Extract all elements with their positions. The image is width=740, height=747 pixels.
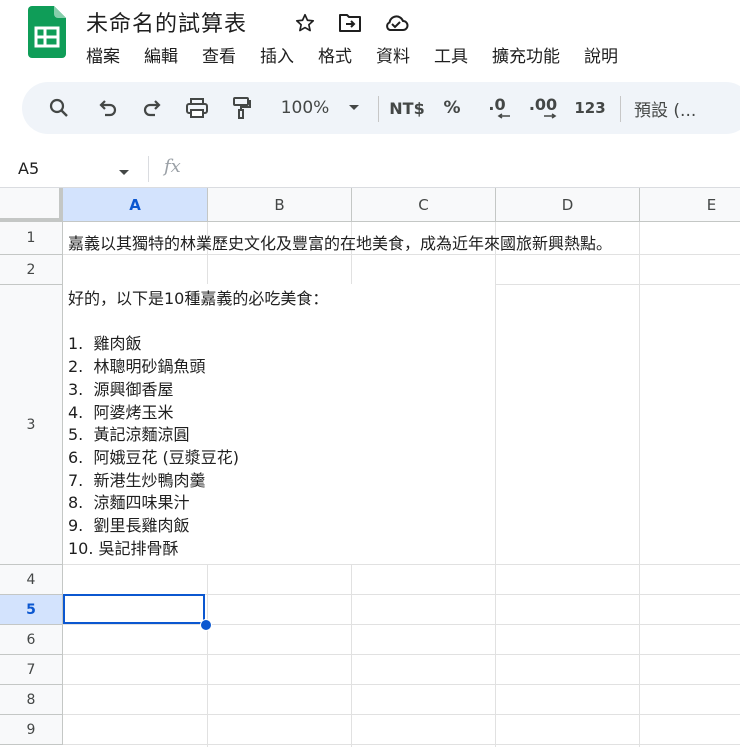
number-format-button[interactable]: 123 (572, 82, 608, 134)
gridline (63, 684, 740, 685)
row-header-5[interactable]: 5 (0, 595, 63, 625)
name-box[interactable]: A5 (18, 159, 39, 178)
currency-format-button[interactable]: NT$ (386, 82, 428, 134)
increase-decimal-label: .00 (528, 95, 558, 114)
zoom-select[interactable]: 100% (274, 82, 336, 134)
active-cell-selection[interactable] (63, 594, 205, 624)
row-header-3[interactable]: 3 (0, 285, 63, 565)
toolbar: 100% NT$ % .0 .00 123 預設 (... (22, 82, 740, 134)
gridline (63, 564, 740, 565)
formula-bar-divider (148, 156, 149, 182)
column-header-e[interactable]: E (640, 188, 740, 222)
menu-bar: 檔案 編輯 查看 插入 格式 資料 工具 擴充功能 說明 (86, 42, 642, 67)
print-icon[interactable] (182, 82, 212, 134)
formula-input[interactable] (200, 156, 730, 182)
gridline (63, 714, 740, 715)
font-family-select[interactable]: 預設 (... (634, 82, 724, 134)
gridline (639, 222, 640, 747)
zoom-dropdown-icon[interactable] (344, 82, 364, 134)
row-header-4[interactable]: 4 (0, 565, 63, 595)
row-header-6[interactable]: 6 (0, 625, 63, 655)
redo-icon[interactable] (138, 82, 166, 134)
gridline (63, 744, 740, 745)
row-header-7[interactable]: 7 (0, 655, 63, 685)
star-icon[interactable] (292, 10, 318, 36)
decrease-decimal-button[interactable]: .0 (480, 82, 514, 134)
spreadsheet-grid[interactable]: A B C D E 1 2 3 4 5 6 7 8 9 嘉義以其獨特的林業歷史文… (0, 188, 740, 747)
menu-tools[interactable]: 工具 (434, 42, 468, 67)
menu-help[interactable]: 說明 (584, 42, 618, 67)
cell-a3[interactable]: 好的，以下是10種嘉義的必吃美食： 1. 雞肉飯 2. 林聰明砂鍋魚頭 3. 源… (68, 288, 328, 560)
menu-edit[interactable]: 編輯 (144, 42, 178, 67)
search-icon[interactable] (44, 82, 74, 134)
menu-format[interactable]: 格式 (318, 42, 352, 67)
menu-file[interactable]: 檔案 (86, 42, 120, 67)
decrease-decimal-label: .0 (488, 95, 506, 114)
percent-format-button[interactable]: % (438, 82, 466, 134)
arrow-left-icon (497, 113, 510, 119)
gridline (495, 222, 496, 747)
row-header-9[interactable]: 9 (0, 715, 63, 745)
sheets-logo[interactable] (28, 6, 66, 58)
gridline (63, 624, 740, 625)
arrow-right-icon (544, 113, 557, 119)
menu-extensions[interactable]: 擴充功能 (492, 42, 560, 67)
gridline (63, 254, 740, 255)
select-all-corner[interactable] (0, 188, 63, 222)
row-header-8[interactable]: 8 (0, 685, 63, 715)
cloud-status-icon[interactable] (383, 10, 409, 36)
column-header-a[interactable]: A (63, 188, 208, 222)
document-title[interactable]: 未命名的試算表 (86, 6, 247, 38)
move-folder-icon[interactable] (337, 10, 363, 36)
increase-decimal-button[interactable]: .00 (524, 82, 562, 134)
fill-handle[interactable] (200, 619, 212, 631)
column-header-d[interactable]: D (496, 188, 640, 222)
column-header-b[interactable]: B (208, 188, 352, 222)
undo-icon[interactable] (94, 82, 122, 134)
row-header-1[interactable]: 1 (0, 222, 63, 255)
fx-icon: fx (164, 156, 181, 177)
gridline (63, 654, 740, 655)
toolbar-divider (378, 96, 379, 122)
name-box-dropdown-icon[interactable] (118, 162, 130, 181)
toolbar-divider (620, 96, 621, 122)
menu-data[interactable]: 資料 (376, 42, 410, 67)
menu-insert[interactable]: 插入 (260, 42, 294, 67)
row-header-2[interactable]: 2 (0, 255, 63, 285)
cell-a1[interactable]: 嘉義以其獨特的林業歷史文化及豐富的在地美食，成為近年來國旅新興熱點。 (68, 230, 612, 254)
paint-format-icon[interactable] (226, 82, 256, 134)
column-header-c[interactable]: C (352, 188, 496, 222)
menu-view[interactable]: 查看 (202, 42, 236, 67)
